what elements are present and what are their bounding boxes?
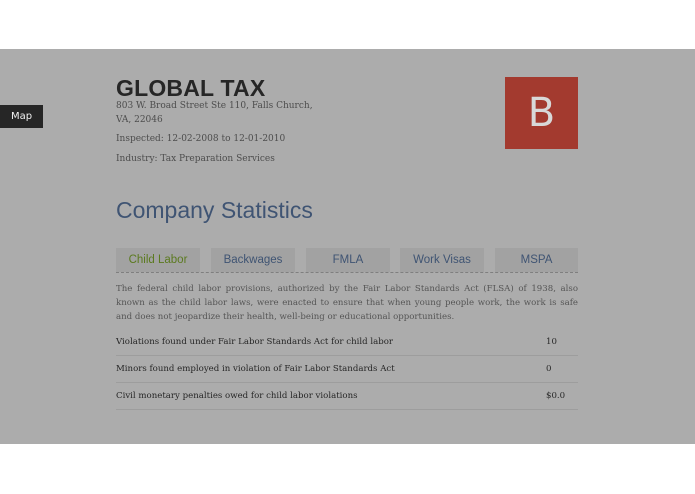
inspection-dates: Inspected: 12-02-2008 to 12-01-2010 bbox=[116, 134, 286, 144]
stat-label: Violations found under Fair Labor Standa… bbox=[116, 337, 393, 347]
tab-description: The federal child labor provisions, auth… bbox=[116, 284, 578, 322]
tab-work-visas[interactable]: Work Visas bbox=[400, 248, 484, 272]
stat-label: Minors found employed in violation of Fa… bbox=[116, 364, 395, 374]
map-button[interactable]: Map bbox=[0, 105, 43, 128]
bottom-band bbox=[0, 444, 695, 494]
top-band bbox=[0, 0, 695, 49]
statistics-tabs: Child Labor Backwages FMLA Work Visas MS… bbox=[116, 248, 578, 273]
company-industry: Industry: Tax Preparation Services bbox=[116, 154, 275, 164]
company-address: 803 W. Broad Street Ste 110, Falls Churc… bbox=[116, 101, 313, 125]
section-title: Company Statistics bbox=[116, 197, 313, 223]
company-panel: Map GLOBAL TAX 803 W. Broad Street Ste 1… bbox=[0, 49, 695, 444]
tab-backwages[interactable]: Backwages bbox=[211, 248, 295, 272]
tab-mspa[interactable]: MSPA bbox=[495, 248, 578, 272]
tab-child-labor[interactable]: Child Labor bbox=[116, 248, 200, 272]
stat-value: $0.0 bbox=[546, 391, 566, 401]
tab-fmla[interactable]: FMLA bbox=[306, 248, 390, 272]
table-row: Civil monetary penalties owed for child … bbox=[116, 383, 578, 410]
stat-value: 10 bbox=[546, 337, 557, 347]
stat-value: 0 bbox=[546, 364, 552, 374]
company-name: GLOBAL TAX bbox=[116, 75, 266, 101]
table-row: Violations found under Fair Labor Standa… bbox=[116, 329, 578, 356]
table-row: Minors found employed in violation of Fa… bbox=[116, 356, 578, 383]
statistics-table: Violations found under Fair Labor Standa… bbox=[116, 329, 578, 410]
grade-badge: B bbox=[505, 77, 578, 149]
stat-label: Civil monetary penalties owed for child … bbox=[116, 391, 358, 401]
